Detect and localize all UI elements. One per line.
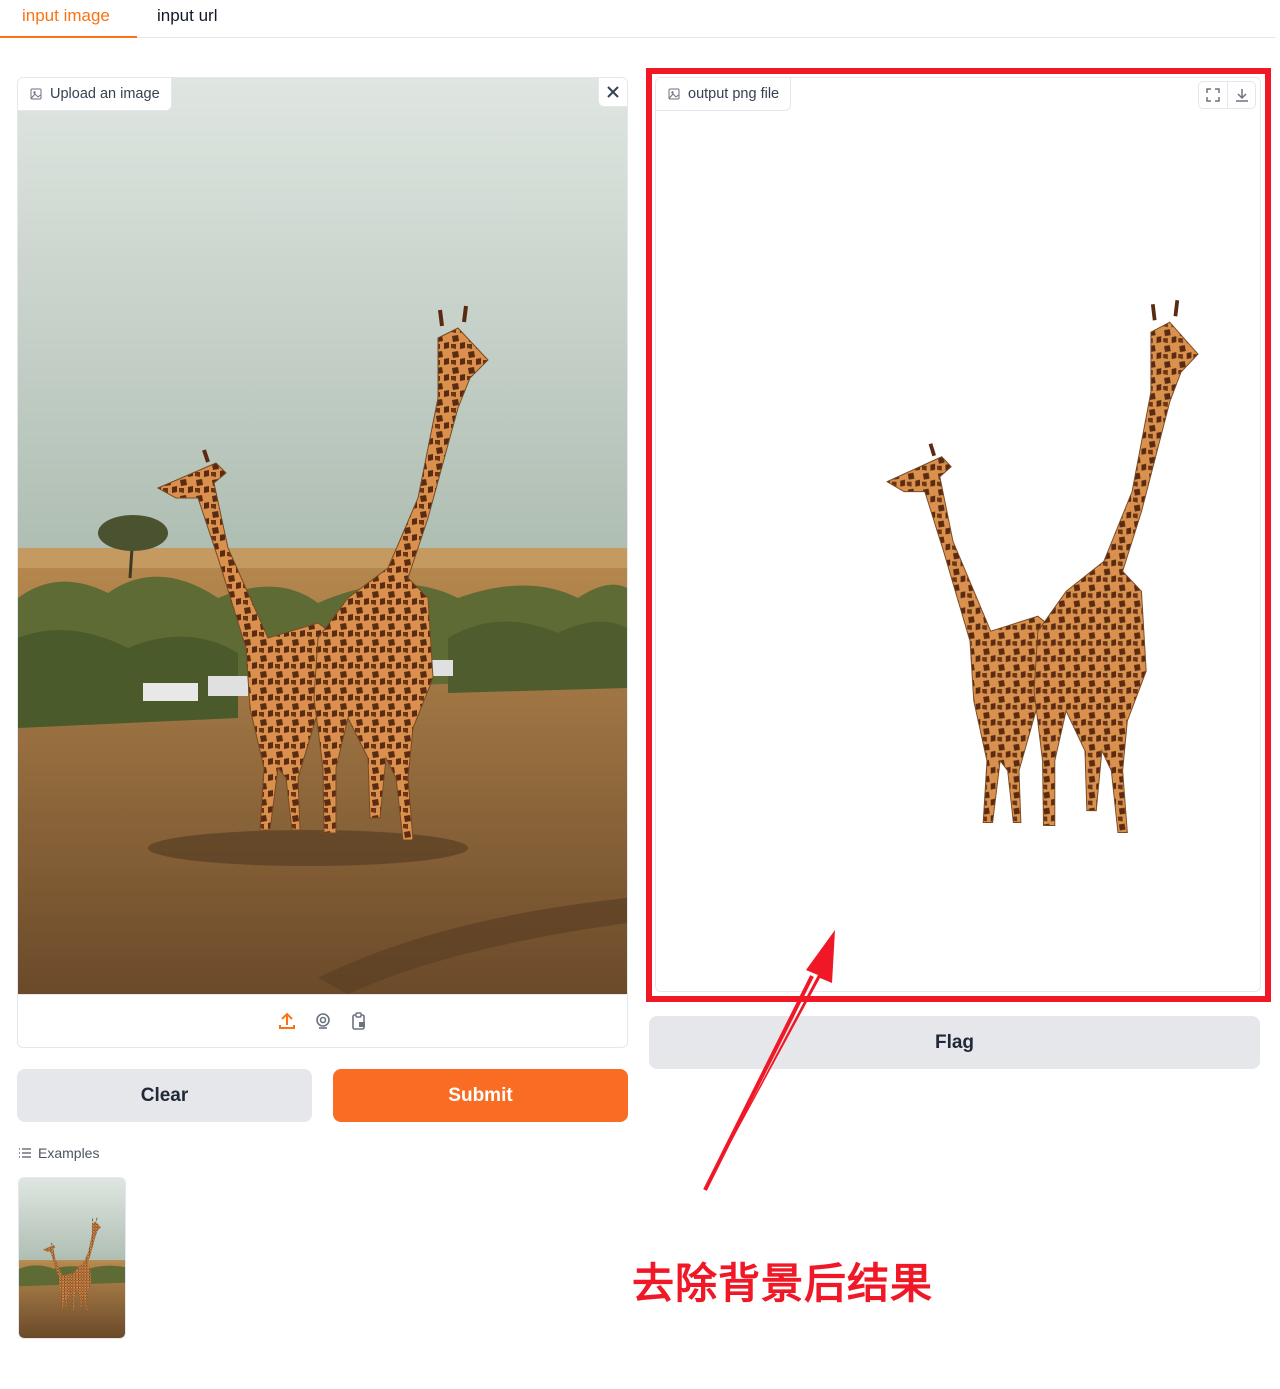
output-image-label: output png file: [656, 78, 792, 111]
clipboard-icon: [351, 1012, 365, 1030]
output-toolbar: [1198, 81, 1256, 109]
fullscreen-icon: [1206, 88, 1220, 102]
image-icon: [30, 88, 42, 100]
annotation-text: 去除背景后结果: [632, 1259, 934, 1308]
webcam-icon: [315, 1013, 330, 1029]
submit-button[interactable]: Submit: [333, 1069, 628, 1122]
input-photo: [18, 78, 627, 994]
close-button[interactable]: [598, 78, 627, 107]
flag-button[interactable]: Flag: [649, 1016, 1260, 1069]
close-icon: [607, 86, 619, 98]
output-image-panel: output png file: [655, 77, 1261, 992]
image-icon: [668, 88, 680, 100]
list-icon: [19, 1148, 31, 1158]
upload-button[interactable]: [276, 1010, 298, 1032]
example-thumbnail[interactable]: [18, 1177, 126, 1339]
tab-input-url[interactable]: input url: [157, 4, 217, 38]
input-image-panel[interactable]: Upload an image: [17, 77, 628, 1048]
output-photo: [656, 78, 1260, 991]
examples-heading: Examples: [18, 1145, 99, 1161]
example-image: [19, 1178, 125, 1338]
download-icon: [1235, 89, 1248, 102]
upload-icon: [278, 1012, 295, 1029]
output-image-label-text: output png file: [688, 86, 780, 102]
tab-input-image[interactable]: input image: [0, 4, 137, 38]
tab-bar: input image input url: [0, 0, 1276, 38]
webcam-button[interactable]: [312, 1010, 334, 1032]
examples-label: Examples: [38, 1145, 100, 1161]
image-source-bar: [18, 994, 627, 1047]
fullscreen-button[interactable]: [1199, 82, 1227, 108]
download-button[interactable]: [1227, 82, 1255, 108]
input-image-label: Upload an image: [18, 78, 172, 111]
input-image-label-text: Upload an image: [50, 86, 160, 102]
clear-button[interactable]: Clear: [17, 1069, 312, 1122]
clipboard-button[interactable]: [348, 1010, 370, 1032]
